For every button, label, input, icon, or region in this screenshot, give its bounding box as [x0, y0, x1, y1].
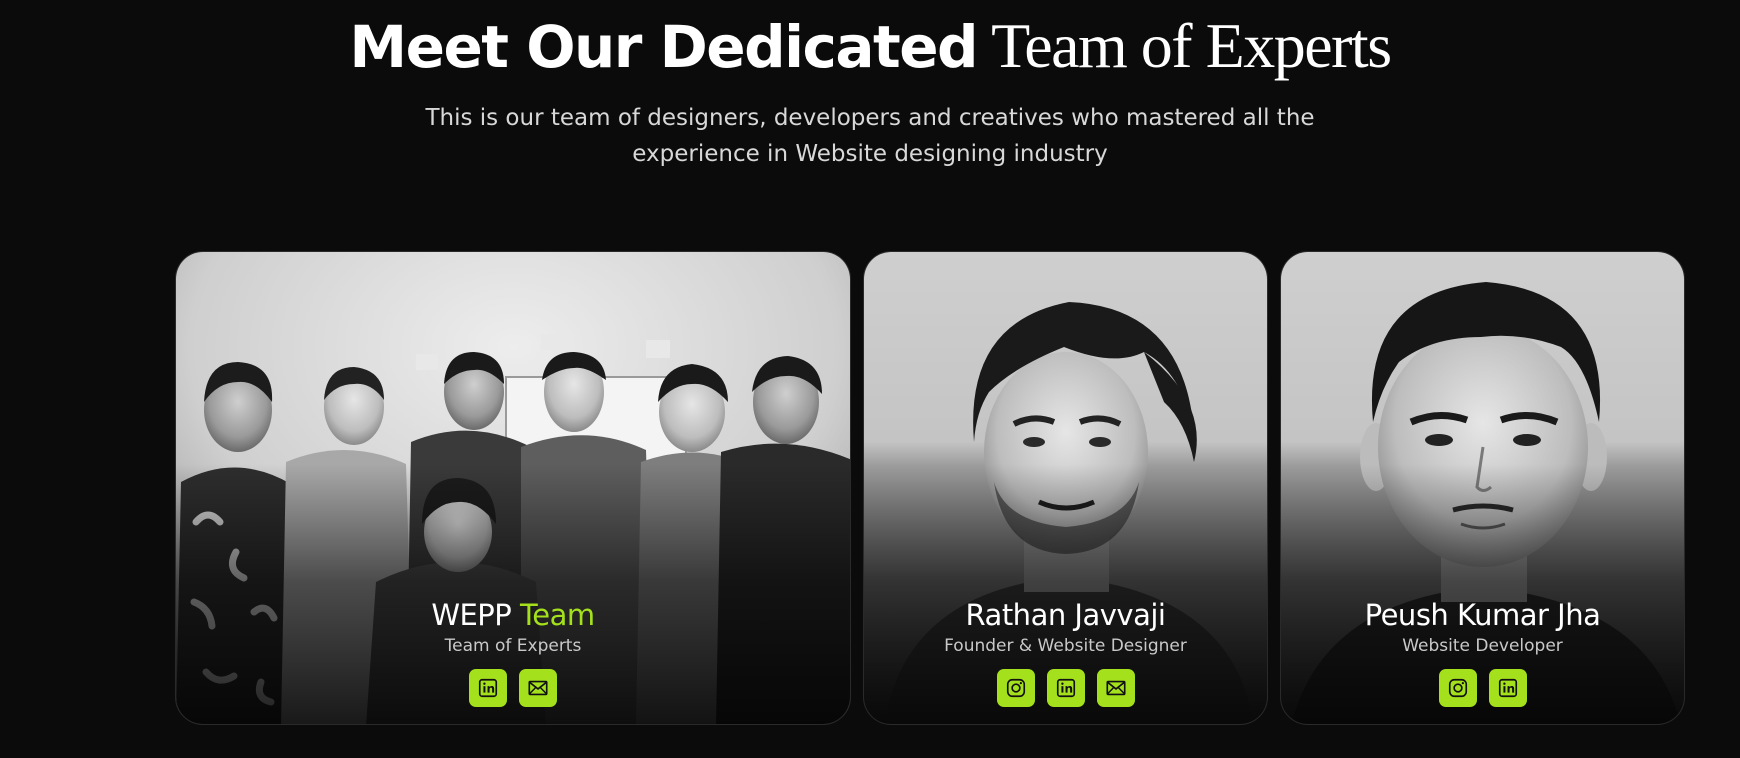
- mail-button[interactable]: [519, 669, 557, 707]
- member-name: WEPP Team: [176, 597, 850, 633]
- member-role: Team of Experts: [444, 636, 582, 656]
- member-role: Founder & Website Designer: [944, 636, 1187, 656]
- social-links: [864, 669, 1267, 707]
- team-card-rathan: Rathan Javvaji Founder & Website Designe…: [863, 251, 1268, 725]
- instagram-button[interactable]: [1438, 669, 1477, 707]
- team-card-wepp: WEPP Team Team of Experts: [175, 251, 851, 725]
- team-card-peush: Peush Kumar Jha Website Developer: [1280, 251, 1685, 725]
- heading-sans-part: Meet Our Dedicated: [349, 13, 978, 81]
- member-info: Peush Kumar Jha Website Developer: [1281, 597, 1684, 707]
- member-name: Peush Kumar Jha: [1364, 598, 1601, 632]
- social-links: [176, 669, 850, 707]
- member-info: WEPP Team Team of Experts: [176, 597, 850, 707]
- linkedin-icon: [477, 677, 499, 699]
- team-section: Meet Our Dedicated Team of Experts This i…: [0, 0, 1740, 758]
- social-links: [1281, 669, 1684, 707]
- mail-icon: [527, 677, 549, 699]
- instagram-icon: [1447, 677, 1469, 699]
- linkedin-button[interactable]: [1488, 669, 1527, 707]
- member-info: Rathan Javvaji Founder & Website Designe…: [864, 597, 1267, 707]
- member-name: Rathan Javvaji: [965, 598, 1166, 632]
- section-heading: Meet Our Dedicated Team of Experts: [0, 4, 1740, 104]
- instagram-button[interactable]: [996, 669, 1035, 707]
- section-subtitle: This is our team of designers, developer…: [425, 105, 1315, 167]
- member-name-main: WEPP: [431, 598, 512, 632]
- mail-icon: [1105, 677, 1127, 699]
- linkedin-icon: [1055, 677, 1077, 699]
- linkedin-button[interactable]: [1046, 669, 1085, 707]
- mail-button[interactable]: [1096, 669, 1135, 707]
- member-role: Website Developer: [1402, 636, 1563, 656]
- linkedin-button[interactable]: [469, 669, 507, 707]
- member-name-accent: Team: [520, 598, 595, 632]
- linkedin-icon: [1497, 677, 1519, 699]
- heading-serif-part: Team of Experts: [991, 10, 1392, 81]
- instagram-icon: [1005, 677, 1027, 699]
